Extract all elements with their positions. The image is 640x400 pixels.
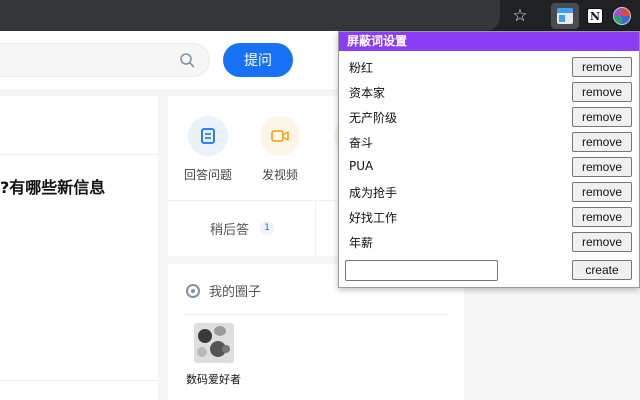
- window-icon: [557, 8, 573, 24]
- blocked-word: 成为抢手: [349, 186, 398, 200]
- question-title[interactable]: 有哪些新信息?: [0, 174, 158, 198]
- word-row: 无产阶级 remove: [339, 104, 639, 129]
- remove-button[interactable]: remove: [572, 232, 632, 252]
- browser-omnibox-area: [0, 0, 500, 31]
- circle-icon: [186, 284, 200, 298]
- group-thumbnail[interactable]: [194, 323, 234, 363]
- remove-button[interactable]: remove: [572, 82, 632, 102]
- remove-button[interactable]: remove: [572, 132, 632, 152]
- my-circles-title[interactable]: 我的圈子: [209, 281, 261, 300]
- profile-avatar-icon[interactable]: [611, 5, 633, 27]
- search-input[interactable]: [0, 43, 210, 77]
- avatar: [613, 7, 631, 25]
- word-row: 年薪 remove: [339, 229, 639, 254]
- word-row: 奋斗 remove: [339, 129, 639, 154]
- bookmark-star-icon[interactable]: ☆: [509, 5, 531, 27]
- blocked-word: 奋斗: [349, 136, 374, 150]
- post-video-action[interactable]: 发视频: [250, 116, 310, 183]
- remove-button[interactable]: remove: [572, 107, 632, 127]
- divider: [0, 154, 158, 155]
- word-row: 成为抢手 remove: [339, 179, 639, 204]
- action-label: 发视频: [261, 168, 298, 182]
- word-row: 粉红 remove: [339, 54, 639, 79]
- word-row: 资本家 remove: [339, 79, 639, 104]
- new-word-input[interactable]: [345, 260, 498, 281]
- later-answer-tab[interactable]: 稍后答: [210, 219, 249, 238]
- notion-extension-icon[interactable]: N: [584, 5, 606, 27]
- feed-card: 有哪些新信息?: [0, 96, 158, 400]
- search-icon[interactable]: [179, 52, 195, 68]
- blocked-word: 年薪: [349, 236, 374, 250]
- blocked-words-popup: 屏蔽词设置 粉红 remove 资本家 remove 无产阶级 remove 奋…: [338, 31, 640, 288]
- word-row: 好找工作 remove: [339, 204, 639, 229]
- video-icon: [260, 116, 300, 156]
- blocked-word: PUA: [349, 159, 374, 173]
- action-label: 回答问题: [183, 168, 232, 182]
- answer-icon: [188, 116, 228, 156]
- remove-button[interactable]: remove: [572, 157, 632, 177]
- question-title-text: 有哪些新信息?: [0, 178, 106, 197]
- create-button[interactable]: create: [572, 260, 632, 280]
- create-row: create: [339, 256, 639, 284]
- later-count-badge: 1: [260, 221, 274, 235]
- blocked-word: 资本家: [349, 86, 386, 100]
- notion-logo: N: [587, 8, 603, 24]
- blocker-extension-icon[interactable]: [551, 3, 579, 29]
- ask-question-button[interactable]: 提问: [223, 43, 293, 77]
- word-row: PUA remove: [339, 154, 639, 179]
- group-name[interactable]: 数码爱好者: [186, 371, 241, 387]
- divider: [0, 380, 158, 381]
- browser-toolbar: ☆ N: [0, 0, 640, 31]
- remove-button[interactable]: remove: [572, 182, 632, 202]
- popup-title: 屏蔽词设置: [339, 32, 639, 51]
- remove-button[interactable]: remove: [572, 207, 632, 227]
- answer-question-action[interactable]: 回答问题: [178, 116, 238, 183]
- blocked-word: 好找工作: [349, 211, 398, 225]
- blocked-word: 无产阶级: [349, 111, 398, 125]
- divider: [315, 201, 316, 257]
- divider: [184, 314, 448, 315]
- remove-button[interactable]: remove: [572, 57, 632, 77]
- blocked-word: 粉红: [349, 61, 374, 75]
